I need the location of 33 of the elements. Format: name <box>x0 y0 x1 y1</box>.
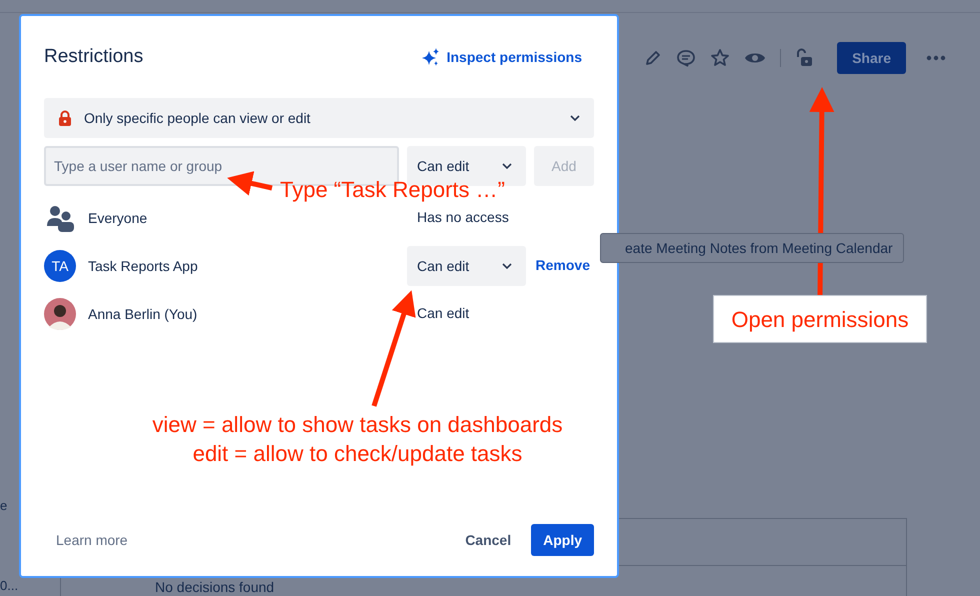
share-button[interactable]: Share <box>837 42 906 74</box>
restriction-select[interactable]: Only specific people can view or edit <box>44 98 594 138</box>
chevron-down-icon <box>502 163 512 169</box>
cancel-button[interactable]: Cancel <box>453 524 524 556</box>
star-icon[interactable] <box>710 48 730 68</box>
table-cell: No decisions found <box>155 579 274 595</box>
annotation-arrow <box>227 171 273 196</box>
sparkle-icon <box>420 47 441 67</box>
text-fragment: 0... <box>0 578 18 593</box>
entry-name: Everyone <box>88 210 148 226</box>
avatar-icon <box>44 298 76 330</box>
access-level: Can edit <box>416 305 470 321</box>
unlock-icon[interactable] <box>795 48 814 68</box>
text-fragment: e <box>0 498 8 513</box>
learn-more-link[interactable]: Learn more <box>56 532 128 548</box>
inspect-permissions-link[interactable]: Inspect permissions <box>420 47 582 67</box>
access-level: Has no access <box>416 209 509 225</box>
annotation-text: Open permissions <box>714 296 926 342</box>
entry-name: Task Reports App <box>88 258 199 274</box>
comment-icon[interactable] <box>676 48 696 68</box>
permission-select[interactable]: Can edit <box>407 246 526 286</box>
entry-name: Anna Berlin (You) <box>88 306 198 322</box>
dialog-title: Restrictions <box>44 46 144 68</box>
more-icon[interactable] <box>926 55 946 61</box>
chevron-down-icon <box>570 115 580 121</box>
lock-icon <box>58 110 72 126</box>
annotation-text: view = allow to show tasks on dashboards edit = allow to check/update tasks <box>151 411 564 468</box>
pencil-icon[interactable] <box>644 49 662 67</box>
apply-button[interactable]: Apply <box>531 524 594 556</box>
chevron-down-icon <box>502 263 512 269</box>
remove-link[interactable]: Remove <box>536 257 590 273</box>
macro-button[interactable]: eate Meeting Notes from Meeting Calendar <box>600 233 904 263</box>
avatar: TA <box>44 250 76 282</box>
